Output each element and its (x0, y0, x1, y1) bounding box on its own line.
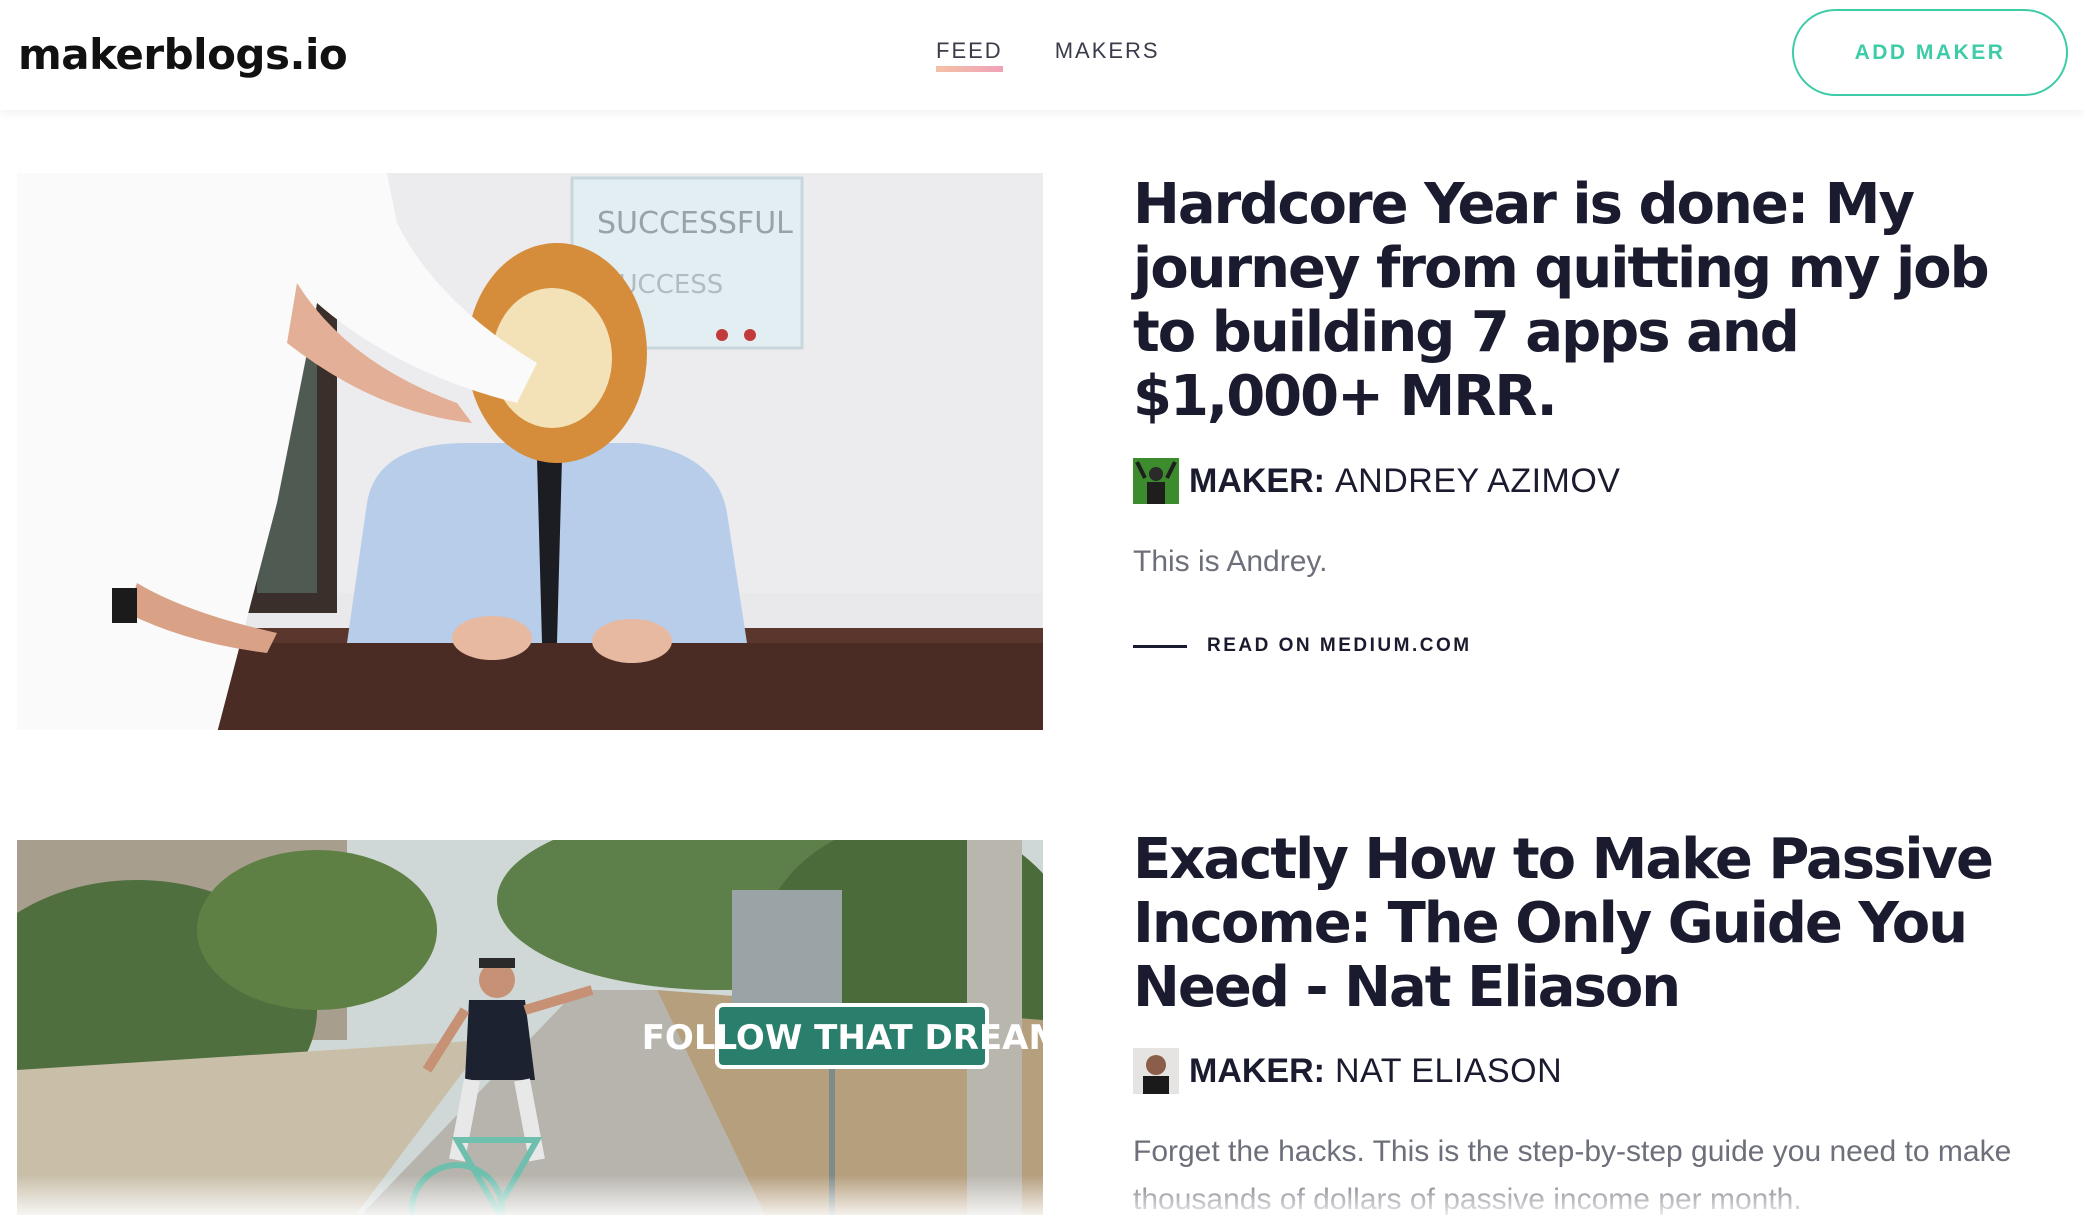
read-link-label: READ ON MEDIUM.COM (1207, 635, 1472, 656)
sign-text: FOLLOW THAT DREAM (642, 1018, 1043, 1058)
read-on-medium-link[interactable]: READ ON MEDIUM.COM (1133, 635, 1472, 657)
nav-makers[interactable]: MAKERS (1055, 38, 1160, 72)
maker-label: MAKER: (1189, 1051, 1325, 1090)
top-header: makerblogs.io FEED MAKERS ADD MAKER (0, 0, 2084, 110)
dash-icon (1133, 644, 1187, 648)
post-description: This is Andrey. (1133, 545, 1328, 578)
bicycle-street-photo: FOLLOW THAT DREAM (17, 840, 1043, 1215)
post-description: Forget the hacks. This is the step-by-st… (1133, 1135, 2012, 1215)
maker-name[interactable]: ANDREY AZIMOV (1335, 462, 1621, 501)
post-maker[interactable]: MAKER: NAT ELIASON (1133, 1048, 1562, 1094)
maker-label: MAKER: (1189, 461, 1325, 500)
maker-avatar (1133, 1048, 1179, 1094)
maker-name[interactable]: NAT ELIASON (1335, 1052, 1562, 1091)
post-thumbnail[interactable]: FOLLOW THAT DREAM (17, 840, 1043, 1215)
post-title[interactable]: Hardcore Year is done: My journey from q… (1133, 173, 1993, 429)
maker-avatar (1133, 458, 1179, 504)
svg-text:SUCCESSFUL: SUCCESSFUL (597, 206, 793, 241)
add-maker-button[interactable]: ADD MAKER (1792, 9, 2068, 96)
post-thumbnail[interactable]: SUCCESSFUL SUCCESS (17, 173, 1043, 730)
post-maker[interactable]: MAKER: ANDREY AZIMOV (1133, 458, 1620, 504)
main-nav: FEED MAKERS (936, 38, 1160, 72)
cake-in-face-photo: SUCCESSFUL SUCCESS (17, 173, 1043, 730)
nav-feed[interactable]: FEED (936, 38, 1003, 72)
post-title[interactable]: Exactly How to Make Passive Income: The … (1133, 828, 1994, 1020)
site-logo[interactable]: makerblogs.io (18, 30, 348, 79)
